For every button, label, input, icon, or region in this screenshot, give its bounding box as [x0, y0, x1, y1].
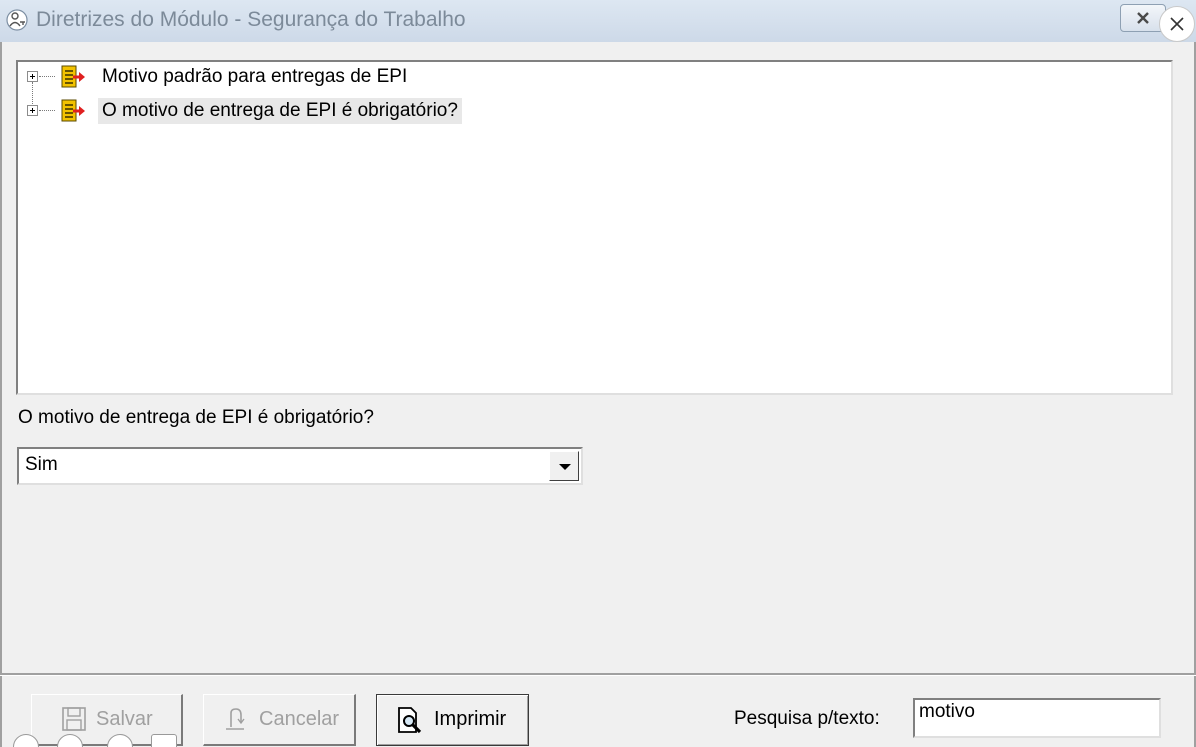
cancel-button-label: Cancelar	[259, 708, 340, 730]
zoom-out-icon[interactable]	[57, 734, 83, 747]
chevron-down-icon[interactable]	[549, 451, 579, 481]
tree-connector	[39, 110, 55, 111]
viewer-close-button[interactable]	[1159, 6, 1195, 42]
expand-icon[interactable]	[27, 105, 38, 116]
tree-node-label: Motivo padrão para entregas de EPI	[102, 66, 408, 87]
user-key-icon	[6, 9, 28, 31]
expand-icon[interactable]	[27, 71, 38, 82]
cancel-button[interactable]: Cancelar	[203, 694, 356, 746]
title-bar: Diretrizes do Módulo - Segurança do Trab…	[0, 0, 1196, 43]
search-label: Pesquisa p/texto:	[734, 708, 880, 729]
undo-icon	[226, 708, 245, 730]
print-button-label: Imprimir	[434, 708, 507, 730]
footer-divider	[0, 673, 1196, 676]
print-preview-icon	[398, 707, 422, 734]
document-arrow-icon	[61, 99, 85, 122]
document-arrow-icon	[61, 65, 85, 88]
guidelines-tree[interactable]: Motivo padrão para entregas de EPI O mot…	[16, 60, 1173, 395]
setting-label: O motivo de entrega de EPI é obrigatório…	[18, 407, 374, 428]
search-input[interactable]	[913, 698, 1161, 738]
fit-screen-icon[interactable]	[151, 734, 177, 747]
save-icon	[62, 707, 86, 731]
select-value: Sim	[25, 454, 58, 475]
print-button[interactable]: Imprimir	[376, 694, 529, 746]
close-icon	[1137, 12, 1149, 24]
tree-node-reason-required[interactable]: O motivo de entrega de EPI é obrigatório…	[18, 96, 538, 128]
zoom-reset-icon[interactable]	[107, 734, 133, 747]
tree-node-label: O motivo de entrega de EPI é obrigatório…	[98, 98, 462, 124]
close-circle-icon	[1170, 17, 1184, 31]
viewer-zoom-bar	[13, 734, 183, 747]
zoom-in-icon[interactable]	[13, 734, 39, 747]
setting-value-select[interactable]: Sim	[17, 447, 583, 485]
tree-connector	[39, 76, 55, 77]
tree-node-default-reason[interactable]: Motivo padrão para entregas de EPI	[18, 62, 518, 94]
window-title: Diretrizes do Módulo - Segurança do Trab…	[36, 8, 466, 31]
save-button-label: Salvar	[96, 708, 153, 730]
